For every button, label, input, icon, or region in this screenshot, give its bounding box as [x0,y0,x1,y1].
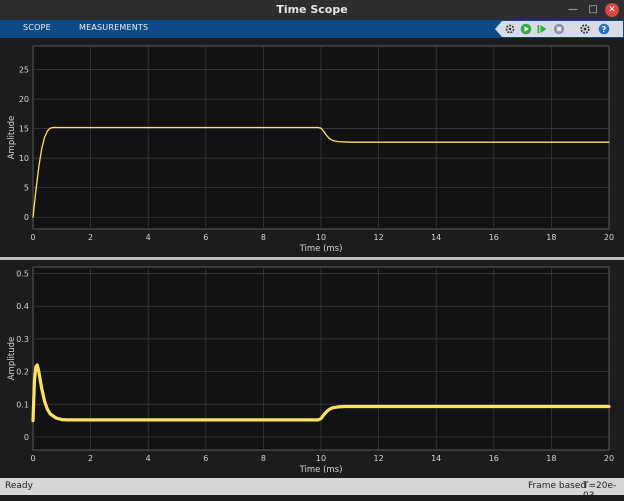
x-tick-label: 8 [261,233,266,242]
x-tick-label: 16 [489,233,499,242]
settings-icon[interactable] [579,23,591,35]
tab-scope[interactable]: SCOPE [23,23,51,32]
x-tick-label: 12 [374,454,384,463]
x-tick-label: 2 [88,454,93,463]
x-tick-label: 18 [546,454,556,463]
toolstrip: SCOPE MEASUREMENTS ? [0,20,624,38]
x-tick-label: 2 [88,233,93,242]
x-tick-label: 18 [546,233,556,242]
minimize-icon[interactable]: — [566,3,580,17]
axes-top[interactable]: 0 2 4 6 8 10 12 14 16 18 20 0 5 10 15 20 25 Time (ms) Ampl… [7,45,614,254]
title-bar: Time Scope — □ ✕ [0,0,624,20]
stop-icon[interactable] [553,23,565,35]
run-icon[interactable] [520,23,532,35]
window-title: Time Scope [276,3,348,16]
axes-divider[interactable] [0,257,624,260]
help-icon[interactable]: ? [598,23,610,35]
x-tick-label: 10 [316,454,326,463]
step-forward-icon[interactable] [536,23,548,35]
y-tick-label: 0 [24,213,29,222]
y-tick-label: 5 [24,184,29,193]
x-tick-label: 0 [30,233,35,242]
y-axis-label: Amplitude [7,116,17,160]
status-time: T=20e-03 [583,481,617,501]
y-tick-label: 0.4 [16,302,29,311]
x-tick-label: 14 [431,454,441,463]
y-tick-label: 20 [19,95,29,104]
status-bar: Ready Frame based T=20e-03 [0,478,624,501]
x-tick-label: 12 [374,233,384,242]
scope-display: 0 2 4 6 8 10 12 14 16 18 20 0 5 10 15 20 25 Time (ms) Ampl… [0,38,624,478]
x-tick-label: 4 [146,233,151,242]
y-tick-label: 0.2 [16,368,29,377]
svg-text:?: ? [602,25,607,34]
y-axis-label: Amplitude [7,337,17,381]
x-tick-label: 10 [316,233,326,242]
x-tick-label: 8 [261,454,266,463]
x-tick-label: 20 [604,233,614,242]
y-tick-label: 10 [19,154,29,163]
maximize-icon[interactable]: □ [586,3,600,17]
x-tick-label: 20 [604,454,614,463]
status-mode: Frame based [528,481,587,491]
close-icon[interactable]: ✕ [605,3,619,17]
x-axis-label: Time (ms) [299,465,343,475]
y-tick-label: 0 [24,433,29,442]
x-tick-label: 4 [146,454,151,463]
y-tick-label: 0.3 [16,335,29,344]
x-tick-label: 6 [203,233,208,242]
y-tick-label: 25 [19,66,29,75]
x-axis-label: Time (ms) [299,244,343,254]
x-tick-label: 16 [489,454,499,463]
x-tick-label: 6 [203,454,208,463]
quick-access-toolbar: ? [495,21,623,37]
y-tick-label: 0.1 [16,400,29,409]
y-tick-label: 15 [19,125,29,134]
axes-bottom[interactable]: 0 2 4 6 8 10 12 14 16 18 20 0 0.1 0.2 0.3 0.4 0.5 Time (m… [7,266,614,475]
settings-run-icon[interactable] [504,23,516,35]
status-state: Ready [5,481,33,491]
x-tick-label: 14 [431,233,441,242]
x-tick-label: 0 [30,454,35,463]
y-tick-label: 0.5 [16,270,29,279]
tab-measurements[interactable]: MEASUREMENTS [79,23,148,32]
